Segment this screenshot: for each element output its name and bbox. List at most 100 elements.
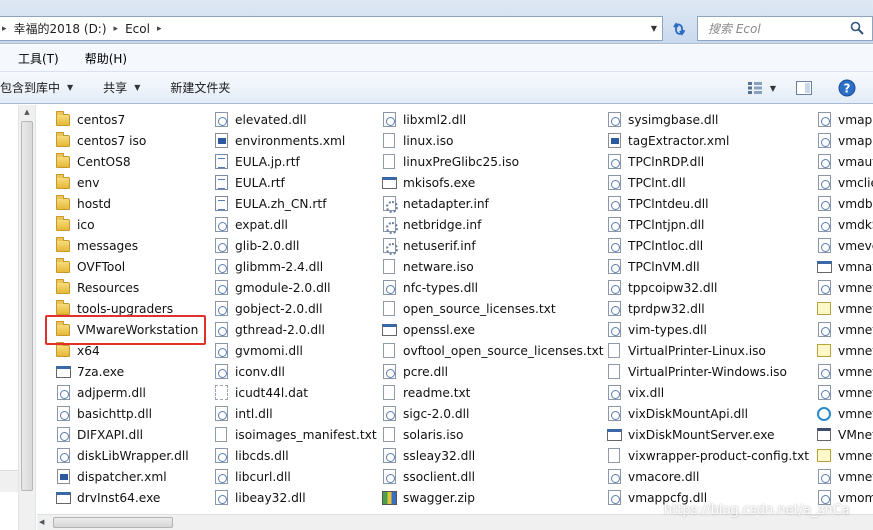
file-item[interactable]: swagger.zip xyxy=(381,487,604,508)
file-item[interactable]: OVFTool xyxy=(55,256,198,277)
file-item[interactable]: TPClnRDP.dll xyxy=(606,151,809,172)
file-item[interactable]: vmneta xyxy=(816,319,873,340)
file-item[interactable]: libcds.dll xyxy=(213,445,377,466)
file-item[interactable]: vmapp xyxy=(816,130,873,151)
file-item[interactable]: VirtualPrinter-Linux.iso xyxy=(606,340,809,361)
file-item[interactable]: basichttp.dll xyxy=(55,403,198,424)
help-button[interactable]: ? xyxy=(836,72,858,104)
file-item[interactable]: iconv.dll xyxy=(213,361,377,382)
file-item[interactable]: linux.iso xyxy=(381,130,604,151)
file-item[interactable]: vmeve xyxy=(816,235,873,256)
address-dropdown-icon[interactable]: ▼ xyxy=(646,17,662,40)
file-item[interactable]: nfc-types.dll xyxy=(381,277,604,298)
file-item[interactable]: icudt44l.dat xyxy=(213,382,377,403)
file-item[interactable]: tprdpw32.dll xyxy=(606,298,809,319)
file-item[interactable]: environments.xml xyxy=(213,130,377,151)
file-item[interactable]: gobject-2.0.dll xyxy=(213,298,377,319)
file-item[interactable]: env xyxy=(55,172,198,193)
file-item[interactable]: vmdbC xyxy=(816,193,873,214)
file-item[interactable]: vixDiskMountApi.dll xyxy=(606,403,809,424)
file-item[interactable]: glibmm-2.4.dll xyxy=(213,256,377,277)
file-item[interactable]: adjperm.dll xyxy=(55,382,198,403)
file-item[interactable]: libcurl.dll xyxy=(213,466,377,487)
file-item[interactable]: open_source_licenses.txt xyxy=(381,298,604,319)
file-item[interactable]: ico xyxy=(55,214,198,235)
file-item[interactable]: vmneta xyxy=(816,298,873,319)
file-item[interactable]: expat.dll xyxy=(213,214,377,235)
file-item[interactable]: libeay32.dll xyxy=(213,487,377,508)
file-item[interactable]: vixwrapper-product-config.txt xyxy=(606,445,809,466)
breadcrumb-chevron-icon[interactable]: ▸ xyxy=(154,24,165,34)
file-item[interactable]: netuserif.inf xyxy=(381,235,604,256)
file-item[interactable]: vmautl xyxy=(816,151,873,172)
file-item[interactable]: pcre.dll xyxy=(381,361,604,382)
file-item[interactable]: vmnetu xyxy=(816,466,873,487)
file-item[interactable]: ssleay32.dll xyxy=(381,445,604,466)
file-item[interactable]: mkisofs.exe xyxy=(381,172,604,193)
file-item[interactable]: vmnet. xyxy=(816,277,873,298)
new-folder-button[interactable]: 新建文件夹 xyxy=(160,72,240,103)
file-item[interactable]: libxml2.dll xyxy=(381,109,604,130)
file-item[interactable]: tagExtractor.xml xyxy=(606,130,809,151)
horizontal-scroll-thumb[interactable] xyxy=(53,517,173,528)
file-item[interactable]: TPClnt.dll xyxy=(606,172,809,193)
file-item[interactable]: intl.dll xyxy=(213,403,377,424)
file-item[interactable]: DIFXAPI.dll xyxy=(55,424,198,445)
file-item[interactable]: gmodule-2.0.dll xyxy=(213,277,377,298)
file-item[interactable]: netbridge.inf xyxy=(381,214,604,235)
scroll-up-icon[interactable]: ▲ xyxy=(19,105,35,119)
file-item[interactable]: vmnetl xyxy=(816,361,873,382)
file-item[interactable]: vim-types.dll xyxy=(606,319,809,340)
file-item[interactable]: elevated.dll xyxy=(213,109,377,130)
search-icon[interactable] xyxy=(850,21,864,35)
file-item[interactable]: 7za.exe xyxy=(55,361,198,382)
file-item[interactable]: TPClntdeu.dll xyxy=(606,193,809,214)
file-item[interactable]: sigc-2.0.dll xyxy=(381,403,604,424)
file-item[interactable]: openssl.exe xyxy=(381,319,604,340)
include-in-library-button[interactable]: 包含到库中 ▼ xyxy=(0,72,83,103)
file-item[interactable]: EULA.jp.rtf xyxy=(213,151,377,172)
file-item[interactable]: vmnat. xyxy=(816,256,873,277)
file-item[interactable]: sysimgbase.dll xyxy=(606,109,809,130)
breadcrumb-folder[interactable]: Ecol xyxy=(121,17,154,40)
file-item[interactable]: netadapter.inf xyxy=(381,193,604,214)
breadcrumb-drive[interactable]: 幸福的2018 (D:) xyxy=(10,17,111,40)
search-input[interactable]: 搜索 Ecol xyxy=(697,16,873,41)
file-item[interactable]: vmapp xyxy=(816,109,873,130)
file-item[interactable]: CentOS8 xyxy=(55,151,198,172)
file-item[interactable]: hostd xyxy=(55,193,198,214)
file-item[interactable]: ovftool_open_source_licenses.txt xyxy=(381,340,604,361)
file-item[interactable]: VMnet xyxy=(816,424,873,445)
navigation-scroll-thumb[interactable] xyxy=(21,121,33,491)
preview-pane-button[interactable] xyxy=(793,72,815,104)
file-item[interactable]: vmnetu xyxy=(816,445,873,466)
file-item[interactable]: vmdkS xyxy=(816,214,873,235)
navigation-scrollbar[interactable]: ▲ xyxy=(18,105,35,530)
file-item[interactable]: TPClntloc.dll xyxy=(606,235,809,256)
address-bar[interactable]: ▸ 幸福的2018 (D:) ▸ Ecol ▸ ▼ xyxy=(0,16,663,41)
share-button[interactable]: 共享 ▼ xyxy=(93,72,150,103)
file-item[interactable]: EULA.rtf xyxy=(213,172,377,193)
file-item[interactable]: TPClnVM.dll xyxy=(606,256,809,277)
file-list[interactable]: centos7 centos7 iso CentOS8 env hostd ico mess… xyxy=(37,105,873,514)
file-item[interactable]: vmnetl xyxy=(816,340,873,361)
view-options-button[interactable] xyxy=(745,72,765,104)
file-item[interactable]: gvmomi.dll xyxy=(213,340,377,361)
file-item[interactable]: VirtualPrinter-Windows.iso xyxy=(606,361,809,382)
menu-tools[interactable]: 工具(T) xyxy=(12,50,65,67)
file-item[interactable]: EULA.zh_CN.rtf xyxy=(213,193,377,214)
file-item[interactable]: centos7 iso xyxy=(55,130,198,151)
file-item[interactable]: solaris.iso xyxy=(381,424,604,445)
file-item[interactable]: dispatcher.xml xyxy=(55,466,198,487)
file-item[interactable]: tppcoipw32.dll xyxy=(606,277,809,298)
file-item[interactable]: Resources xyxy=(55,277,198,298)
file-item[interactable]: netware.iso xyxy=(381,256,604,277)
file-item[interactable]: readme.txt xyxy=(381,382,604,403)
menu-help[interactable]: 帮助(H) xyxy=(79,50,133,67)
file-item[interactable]: ssoclient.dll xyxy=(381,466,604,487)
file-item[interactable]: vix.dll xyxy=(606,382,809,403)
file-item[interactable]: glib-2.0.dll xyxy=(213,235,377,256)
view-dropdown-icon[interactable]: ▼ xyxy=(767,72,779,104)
file-item[interactable]: diskLibWrapper.dll xyxy=(55,445,198,466)
file-item[interactable]: vmneto xyxy=(816,403,873,424)
